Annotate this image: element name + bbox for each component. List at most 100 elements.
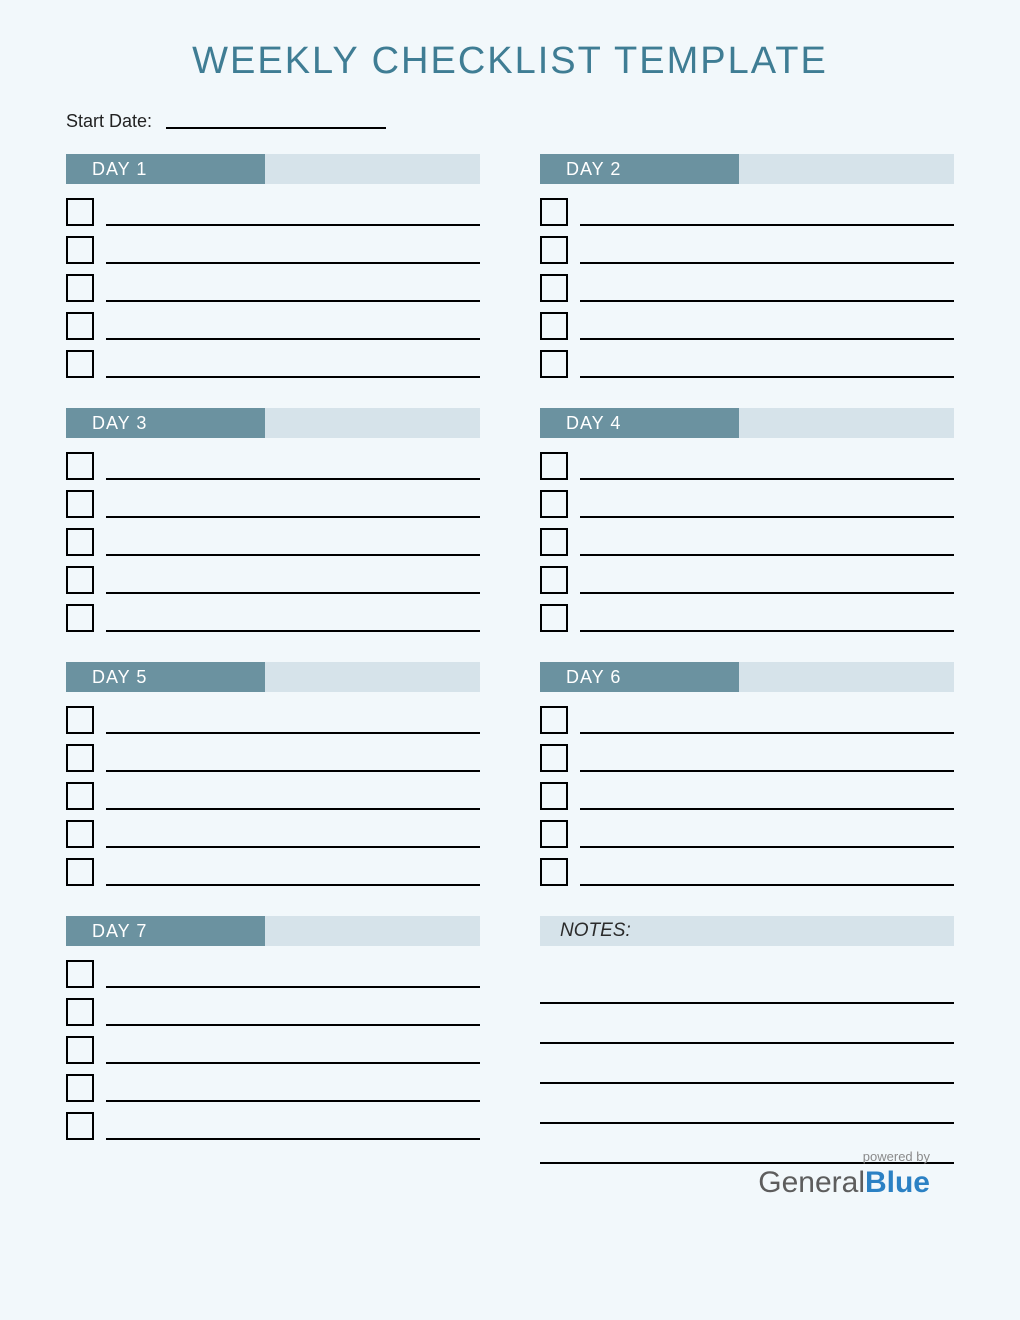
task-line[interactable]	[580, 224, 954, 226]
day-header: DAY 5	[66, 662, 480, 692]
task-line[interactable]	[106, 1024, 480, 1026]
task-line[interactable]	[106, 1100, 480, 1102]
checkbox[interactable]	[540, 274, 568, 302]
check-row	[66, 812, 480, 850]
day-header-spacer	[265, 154, 480, 184]
checkbox[interactable]	[66, 1112, 94, 1140]
task-line[interactable]	[106, 554, 480, 556]
checkbox[interactable]	[66, 236, 94, 264]
day-header-spacer	[265, 662, 480, 692]
task-line[interactable]	[106, 846, 480, 848]
check-row	[66, 736, 480, 774]
check-row	[540, 812, 954, 850]
day-header-spacer	[739, 408, 954, 438]
checkbox[interactable]	[66, 566, 94, 594]
checkbox[interactable]	[540, 236, 568, 264]
task-line[interactable]	[580, 300, 954, 302]
day-block-2: DAY 2	[540, 154, 954, 380]
notes-line[interactable]	[540, 964, 954, 1004]
checkbox[interactable]	[66, 820, 94, 848]
checkbox[interactable]	[66, 998, 94, 1026]
checkbox[interactable]	[540, 452, 568, 480]
task-line[interactable]	[580, 516, 954, 518]
checkbox[interactable]	[66, 490, 94, 518]
day-label: DAY 3	[66, 408, 265, 438]
task-line[interactable]	[580, 770, 954, 772]
task-line[interactable]	[106, 1062, 480, 1064]
check-row	[66, 520, 480, 558]
check-row	[540, 596, 954, 634]
checkbox[interactable]	[540, 706, 568, 734]
notes-block: NOTES:	[540, 916, 954, 1164]
day-header: DAY 3	[66, 408, 480, 438]
task-line[interactable]	[580, 262, 954, 264]
checkbox[interactable]	[66, 274, 94, 302]
checkbox[interactable]	[66, 604, 94, 632]
checkbox[interactable]	[540, 820, 568, 848]
task-line[interactable]	[580, 338, 954, 340]
task-line[interactable]	[580, 554, 954, 556]
task-line[interactable]	[580, 478, 954, 480]
checkbox[interactable]	[66, 1036, 94, 1064]
task-line[interactable]	[580, 808, 954, 810]
task-line[interactable]	[106, 516, 480, 518]
checkbox[interactable]	[540, 858, 568, 886]
task-line[interactable]	[106, 262, 480, 264]
task-line[interactable]	[106, 300, 480, 302]
checkbox[interactable]	[66, 312, 94, 340]
checkbox[interactable]	[66, 706, 94, 734]
checkbox[interactable]	[540, 782, 568, 810]
day-label: DAY 2	[540, 154, 739, 184]
task-line[interactable]	[106, 224, 480, 226]
task-line[interactable]	[106, 808, 480, 810]
notes-line[interactable]	[540, 1044, 954, 1084]
check-row	[540, 444, 954, 482]
check-row	[540, 736, 954, 774]
day-block-6: DAY 6	[540, 662, 954, 888]
checkbox[interactable]	[540, 198, 568, 226]
brand-logo: GeneralBlue	[758, 1166, 930, 1200]
checkbox[interactable]	[66, 452, 94, 480]
checkbox[interactable]	[66, 960, 94, 988]
day-block-7: DAY 7	[66, 916, 480, 1164]
checkbox[interactable]	[66, 198, 94, 226]
notes-line[interactable]	[540, 1084, 954, 1124]
checkbox[interactable]	[66, 528, 94, 556]
checkbox[interactable]	[66, 858, 94, 886]
task-line[interactable]	[580, 846, 954, 848]
task-line[interactable]	[106, 478, 480, 480]
day-label: DAY 4	[540, 408, 739, 438]
notes-line[interactable]	[540, 1004, 954, 1044]
start-date-input-line[interactable]	[166, 127, 386, 129]
task-line[interactable]	[106, 376, 480, 378]
checkbox[interactable]	[66, 350, 94, 378]
task-line[interactable]	[106, 1138, 480, 1140]
task-line[interactable]	[106, 770, 480, 772]
task-line[interactable]	[106, 986, 480, 988]
task-line[interactable]	[106, 630, 480, 632]
task-line[interactable]	[106, 592, 480, 594]
checkbox[interactable]	[540, 566, 568, 594]
checkbox[interactable]	[66, 782, 94, 810]
brand-general: General	[758, 1166, 865, 1199]
checkbox[interactable]	[540, 604, 568, 632]
task-line[interactable]	[580, 376, 954, 378]
task-line[interactable]	[106, 732, 480, 734]
day-block-5: DAY 5	[66, 662, 480, 888]
checkbox[interactable]	[66, 1074, 94, 1102]
task-line[interactable]	[106, 884, 480, 886]
task-line[interactable]	[580, 592, 954, 594]
day-header-spacer	[739, 154, 954, 184]
checkbox[interactable]	[540, 744, 568, 772]
checkbox[interactable]	[540, 490, 568, 518]
task-line[interactable]	[580, 884, 954, 886]
checkbox[interactable]	[540, 528, 568, 556]
check-row	[66, 774, 480, 812]
task-line[interactable]	[106, 338, 480, 340]
task-line[interactable]	[580, 732, 954, 734]
checkbox[interactable]	[540, 350, 568, 378]
task-line[interactable]	[580, 630, 954, 632]
checkbox[interactable]	[66, 744, 94, 772]
check-row	[540, 190, 954, 228]
checkbox[interactable]	[540, 312, 568, 340]
